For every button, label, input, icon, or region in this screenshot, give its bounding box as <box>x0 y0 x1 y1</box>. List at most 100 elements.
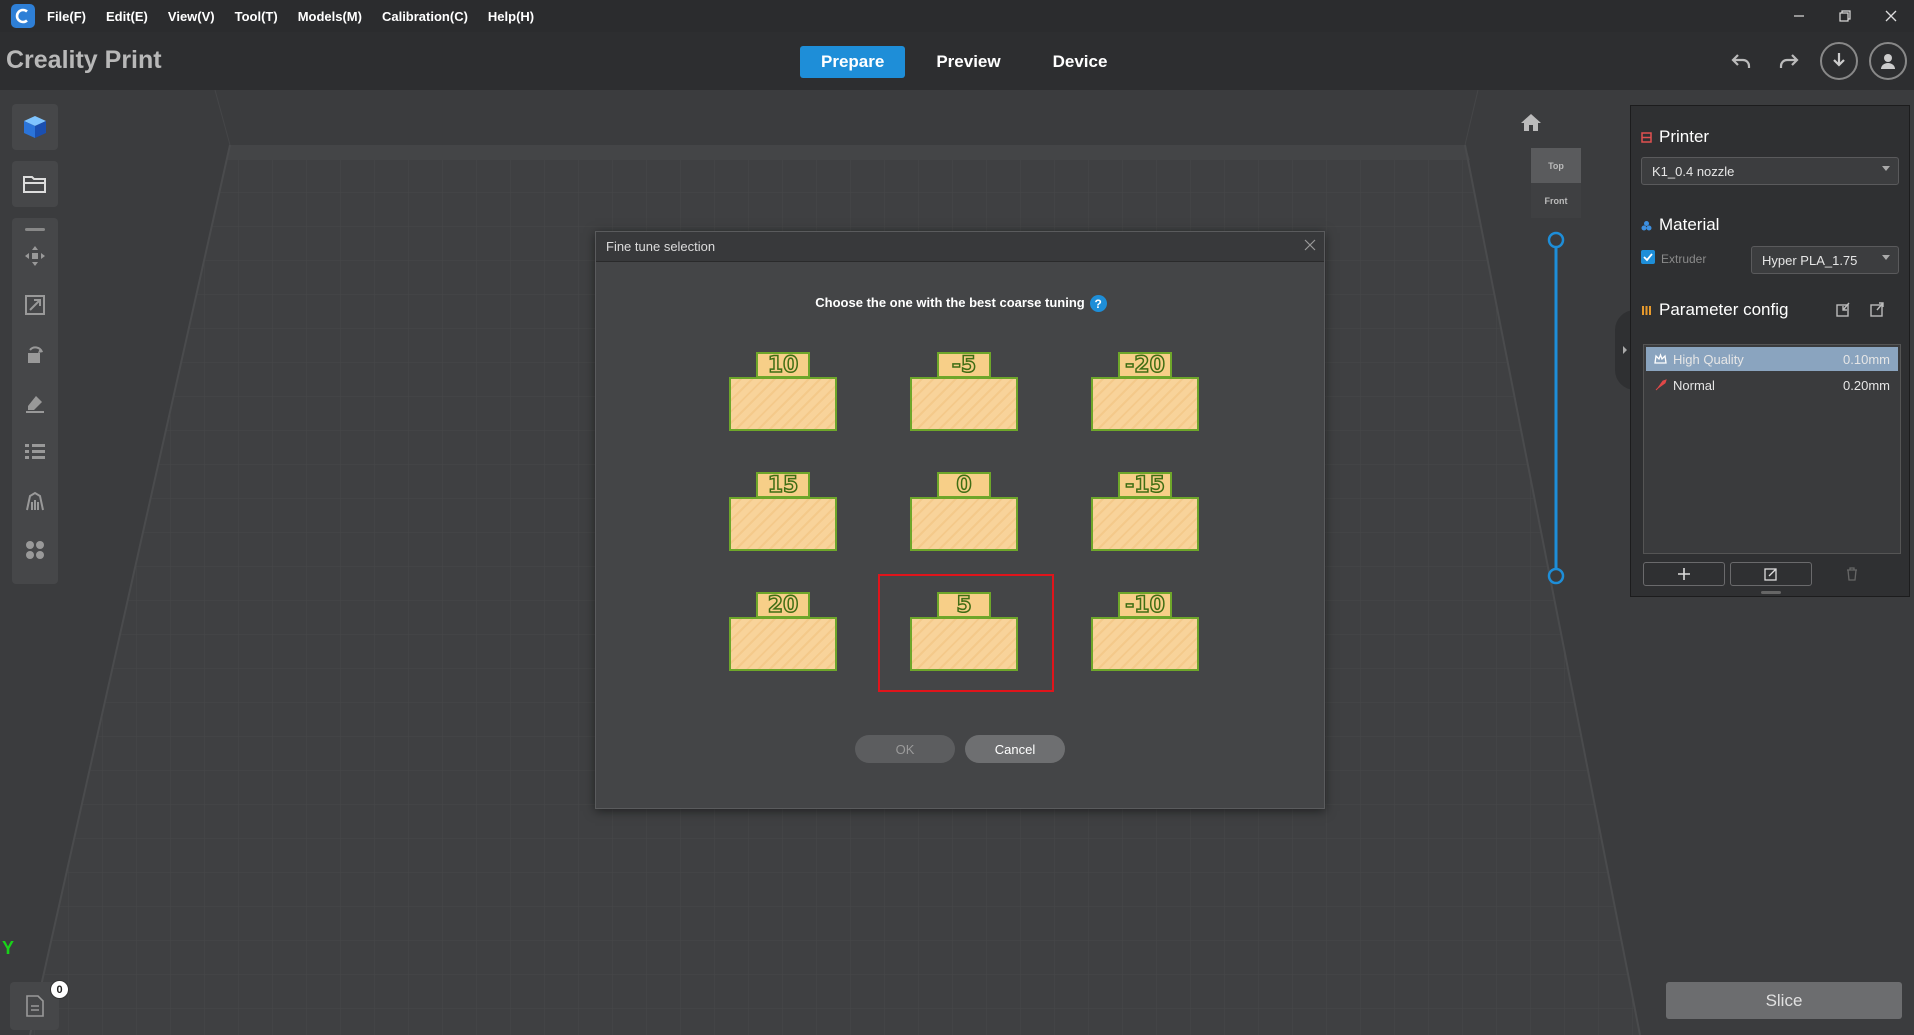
open-file-button[interactable] <box>12 161 58 207</box>
edit-profile-button[interactable] <box>1730 562 1812 586</box>
option-tile[interactable]: 0 <box>910 472 1018 557</box>
tab-preview[interactable]: Preview <box>915 46 1021 78</box>
support-tool[interactable] <box>12 476 58 525</box>
dialog-title: Fine tune selection <box>606 239 716 254</box>
list-icon <box>25 443 45 459</box>
profile-name: Normal <box>1673 377 1715 393</box>
scale-tool[interactable] <box>12 280 58 329</box>
close-window-button[interactable] <box>1868 0 1914 32</box>
option-tile[interactable]: 15 <box>729 472 837 557</box>
menu-file[interactable]: File(F) <box>47 9 86 24</box>
tab-prepare[interactable]: Prepare <box>800 46 906 78</box>
undo-icon <box>1731 54 1751 68</box>
close-icon <box>1304 239 1316 251</box>
printer-select[interactable]: K1_0.4 nozzle <box>1641 157 1899 185</box>
view-cube: Top Front <box>1531 148 1581 218</box>
option-tile[interactable]: 20 <box>729 592 837 677</box>
option-label: -10 <box>1118 592 1172 618</box>
dialog-prompt-text: Choose the one with the best coarse tuni… <box>815 295 1085 310</box>
view-front-button[interactable]: Front <box>1531 183 1581 218</box>
rotate-icon <box>28 345 43 363</box>
add-profile-button[interactable] <box>1643 562 1725 586</box>
extruder-label: Extruder <box>1661 252 1707 266</box>
extruder-checkbox[interactable] <box>1641 250 1655 264</box>
option-label: 20 <box>756 592 810 618</box>
minimize-button[interactable] <box>1776 0 1822 32</box>
import-icon <box>1836 302 1850 317</box>
move-tool[interactable] <box>12 231 58 280</box>
cancel-button[interactable]: Cancel <box>965 735 1065 763</box>
app-title: Creality Print <box>6 46 162 74</box>
option-label: 0 <box>937 472 991 498</box>
object-list-tool[interactable] <box>12 427 58 476</box>
document-icon <box>25 995 44 1017</box>
material-select-value: Hyper PLA_1.75 <box>1762 252 1858 268</box>
left-toolbar <box>12 104 58 584</box>
menu-help[interactable]: Help(H) <box>488 9 534 24</box>
menu-tool[interactable]: Tool(T) <box>235 9 278 24</box>
arrange-tool[interactable] <box>12 525 58 574</box>
home-view-button[interactable] <box>1520 112 1542 137</box>
undo-button[interactable] <box>1722 42 1760 80</box>
window-controls <box>1776 0 1914 32</box>
add-model-button[interactable] <box>12 104 58 150</box>
eraser-icon <box>26 395 44 413</box>
option-label: -15 <box>1118 472 1172 498</box>
export-config-button[interactable] <box>1869 302 1885 323</box>
parameter-profile-list: High Quality 0.10mm Normal 0.20mm <box>1643 344 1901 554</box>
download-button[interactable] <box>1820 42 1858 80</box>
slider-bottom-handle[interactable] <box>1547 567 1565 585</box>
axis-y-indicator: Y <box>2 938 15 958</box>
restore-button[interactable] <box>1822 0 1868 32</box>
rotate-tool[interactable] <box>12 329 58 378</box>
menu-calibration[interactable]: Calibration(C) <box>382 9 468 24</box>
import-config-button[interactable] <box>1835 302 1851 323</box>
option-tile[interactable]: -20 <box>1091 352 1199 437</box>
option-tile[interactable]: -15 <box>1091 472 1199 557</box>
redo-icon <box>1779 54 1799 68</box>
chevron-down-icon <box>1882 255 1890 260</box>
trash-icon <box>1847 567 1857 581</box>
creality-logo-icon <box>11 4 35 28</box>
slider-top-handle[interactable] <box>1547 231 1565 249</box>
help-icon[interactable]: ? <box>1089 295 1107 313</box>
profile-layer-height: 0.20mm <box>1843 377 1890 393</box>
option-specimen <box>729 497 837 551</box>
slice-button[interactable]: Slice <box>1666 982 1902 1019</box>
panel-resize-grip[interactable] <box>1761 591 1781 594</box>
profile-normal[interactable]: Normal 0.20mm <box>1646 373 1898 397</box>
material-select[interactable]: Hyper PLA_1.75 <box>1751 246 1899 274</box>
lay-flat-tool[interactable] <box>12 378 58 427</box>
option-label: 10 <box>756 352 810 378</box>
edit-icon <box>1764 568 1777 581</box>
delete-profile-button[interactable] <box>1817 562 1887 586</box>
material-icon <box>1641 221 1652 231</box>
option-specimen <box>1091 497 1199 551</box>
ok-button[interactable]: OK <box>855 735 955 763</box>
tab-device[interactable]: Device <box>1032 46 1129 78</box>
dialog-close-button[interactable] <box>1304 238 1316 256</box>
profile-actions <box>1643 562 1892 586</box>
view-top-button[interactable]: Top <box>1531 148 1581 183</box>
option-label: -20 <box>1118 352 1172 378</box>
close-icon <box>1885 10 1897 22</box>
parameter-config-title: Parameter config <box>1659 300 1789 319</box>
download-icon <box>1833 53 1845 67</box>
menu-view[interactable]: View(V) <box>168 9 215 24</box>
redo-button[interactable] <box>1770 42 1808 80</box>
menu-models[interactable]: Models(M) <box>298 9 362 24</box>
user-account-button[interactable] <box>1869 42 1907 80</box>
dialog-prompt: Choose the one with the best coarse tuni… <box>596 295 1326 313</box>
menu-edit[interactable]: Edit(E) <box>106 9 148 24</box>
option-tile[interactable]: -5 <box>910 352 1018 437</box>
right-settings-panel: Printer K1_0.4 nozzle Material Extruder … <box>1630 105 1910 597</box>
option-tile[interactable]: -10 <box>1091 592 1199 677</box>
option-tile[interactable]: 10 <box>729 352 837 437</box>
layer-slider[interactable] <box>1547 228 1565 588</box>
move-icon <box>25 245 45 266</box>
home-icon <box>1521 114 1541 131</box>
grid-dots-icon <box>26 540 44 559</box>
menu-bar: File(F) Edit(E) View(V) Tool(T) Models(M… <box>0 0 1914 32</box>
cube-icon <box>24 116 46 138</box>
profile-high-quality[interactable]: High Quality 0.10mm <box>1646 347 1898 371</box>
